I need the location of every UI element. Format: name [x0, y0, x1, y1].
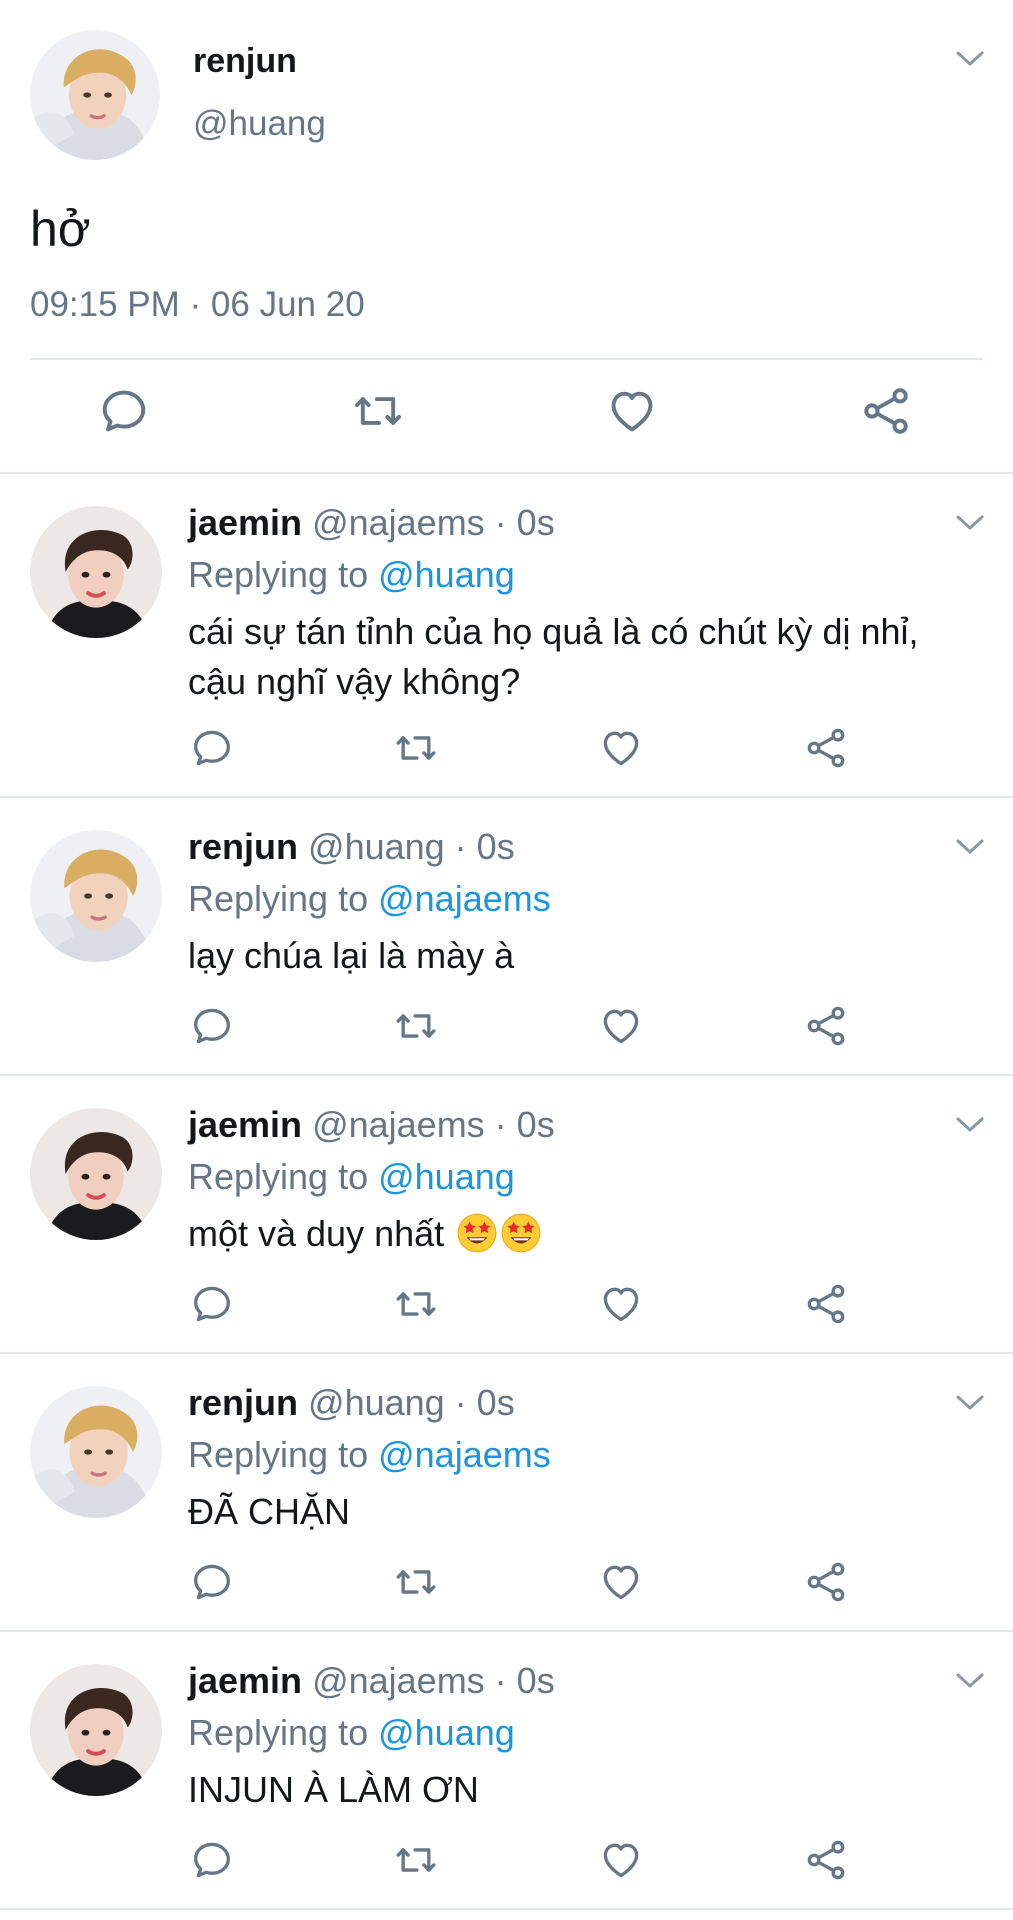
like-icon[interactable] [599, 1004, 643, 1048]
mention-link[interactable]: @huang [378, 1156, 515, 1197]
author-name[interactable]: jaemin [188, 502, 302, 543]
reply-header: jaemin @najaems · 0s [188, 502, 555, 544]
reply-tweet[interactable]: jaemin @najaems · 0s Replying to @huang … [0, 1632, 1013, 1908]
share-icon[interactable] [804, 726, 848, 770]
share-icon[interactable] [804, 1282, 848, 1326]
replying-label: Replying to [188, 1712, 379, 1753]
retweet-icon[interactable] [394, 1282, 438, 1326]
reply-tweet[interactable]: renjun @huang · 0s Replying to @najaems … [0, 798, 1013, 1074]
tweet-actions [0, 385, 1013, 445]
mention-link[interactable]: @huang [378, 554, 515, 595]
author-meta: @najaems · 0s [312, 1660, 555, 1701]
reply-text: cái sự tán tỉnh của họ quả là có chút kỳ… [188, 611, 919, 702]
mention-link[interactable]: @najaems [378, 1434, 551, 1475]
chevron-down-icon[interactable] [955, 50, 985, 68]
replying-label: Replying to [188, 1156, 379, 1197]
retweet-icon[interactable] [352, 385, 404, 437]
chevron-down-icon[interactable] [955, 1672, 985, 1690]
main-tweet: renjun @huang hở 09:15 PM · 06 Jun 20 [0, 0, 1013, 474]
avatar[interactable] [30, 30, 160, 160]
tweet-actions [0, 1004, 1013, 1054]
replying-to: Replying to @najaems [188, 878, 551, 920]
reply-text: INJUN À LÀM ƠN [188, 1769, 479, 1810]
avatar[interactable] [30, 1108, 162, 1240]
retweet-icon[interactable] [394, 726, 438, 770]
reply-tweet[interactable]: jaemin @najaems · 0s Replying to @huang … [0, 1076, 1013, 1352]
mention-link[interactable]: @huang [378, 1712, 515, 1753]
reply-text: lạy chúa lại là mày à [188, 935, 515, 976]
chevron-down-icon[interactable] [955, 838, 985, 856]
like-icon[interactable] [599, 1282, 643, 1326]
replying-to: Replying to @huang [188, 554, 515, 596]
chevron-down-icon[interactable] [955, 514, 985, 532]
author-name[interactable]: renjun [193, 42, 297, 81]
tweet-text: hở [30, 201, 91, 257]
tweet-actions [0, 1838, 1013, 1888]
share-icon[interactable] [804, 1838, 848, 1882]
mention-link[interactable]: @najaems [378, 878, 551, 919]
reply-header: jaemin @najaems · 0s [188, 1660, 555, 1702]
author-meta: @huang · 0s [308, 1382, 515, 1423]
tweet-actions [0, 1282, 1013, 1332]
retweet-icon[interactable] [394, 1004, 438, 1048]
tweet-actions [0, 1560, 1013, 1610]
reply-icon[interactable] [190, 1282, 234, 1326]
avatar[interactable] [30, 1386, 162, 1518]
share-icon[interactable] [804, 1560, 848, 1604]
share-icon[interactable] [804, 1004, 848, 1048]
reply-icon[interactable] [190, 1004, 234, 1048]
star-struck-emoji [500, 1212, 542, 1254]
retweet-icon[interactable] [394, 1838, 438, 1882]
like-icon[interactable] [606, 385, 658, 437]
replying-label: Replying to [188, 554, 379, 595]
replying-to: Replying to @huang [188, 1156, 515, 1198]
replying-to: Replying to @huang [188, 1712, 515, 1754]
reply-header: renjun @huang · 0s [188, 1382, 515, 1424]
like-icon[interactable] [599, 726, 643, 770]
author-handle[interactable]: @huang [193, 104, 326, 144]
tweet-timestamp: 09:15 PM · 06 Jun 20 [30, 285, 365, 324]
reply-header: renjun @huang · 0s [188, 826, 515, 868]
reply-header: jaemin @najaems · 0s [188, 1104, 555, 1146]
divider [30, 358, 983, 360]
author-meta: @najaems · 0s [312, 1104, 555, 1145]
avatar[interactable] [30, 1664, 162, 1796]
tweet-actions [0, 726, 1013, 776]
reply-text: ĐÃ CHẶN [188, 1491, 351, 1532]
reply-icon[interactable] [98, 385, 150, 437]
avatar[interactable] [30, 506, 162, 638]
reply-icon[interactable] [190, 1838, 234, 1882]
reply-tweet[interactable]: jaemin @najaems · 0s Replying to @huang … [0, 474, 1013, 750]
chevron-down-icon[interactable] [955, 1394, 985, 1412]
reply-body: một và duy nhất [188, 1209, 978, 1259]
replying-label: Replying to [188, 878, 379, 919]
reply-icon[interactable] [190, 726, 234, 770]
author-name[interactable]: jaemin [188, 1104, 302, 1145]
author-name[interactable]: jaemin [188, 1660, 302, 1701]
author-meta: @huang · 0s [308, 826, 515, 867]
author-name[interactable]: renjun [188, 826, 298, 867]
star-struck-emoji [456, 1212, 498, 1254]
divider [0, 1908, 1013, 1910]
replying-label: Replying to [188, 1434, 379, 1475]
reply-text: một và duy nhất [188, 1213, 445, 1254]
reply-tweet[interactable]: renjun @huang · 0s Replying to @najaems … [0, 1354, 1013, 1630]
avatar[interactable] [30, 830, 162, 962]
author-name[interactable]: renjun [188, 1382, 298, 1423]
reply-icon[interactable] [190, 1560, 234, 1604]
retweet-icon[interactable] [394, 1560, 438, 1604]
share-icon[interactable] [860, 385, 912, 437]
like-icon[interactable] [599, 1838, 643, 1882]
author-meta: @najaems · 0s [312, 502, 555, 543]
chevron-down-icon[interactable] [955, 1116, 985, 1134]
like-icon[interactable] [599, 1560, 643, 1604]
replying-to: Replying to @najaems [188, 1434, 551, 1476]
